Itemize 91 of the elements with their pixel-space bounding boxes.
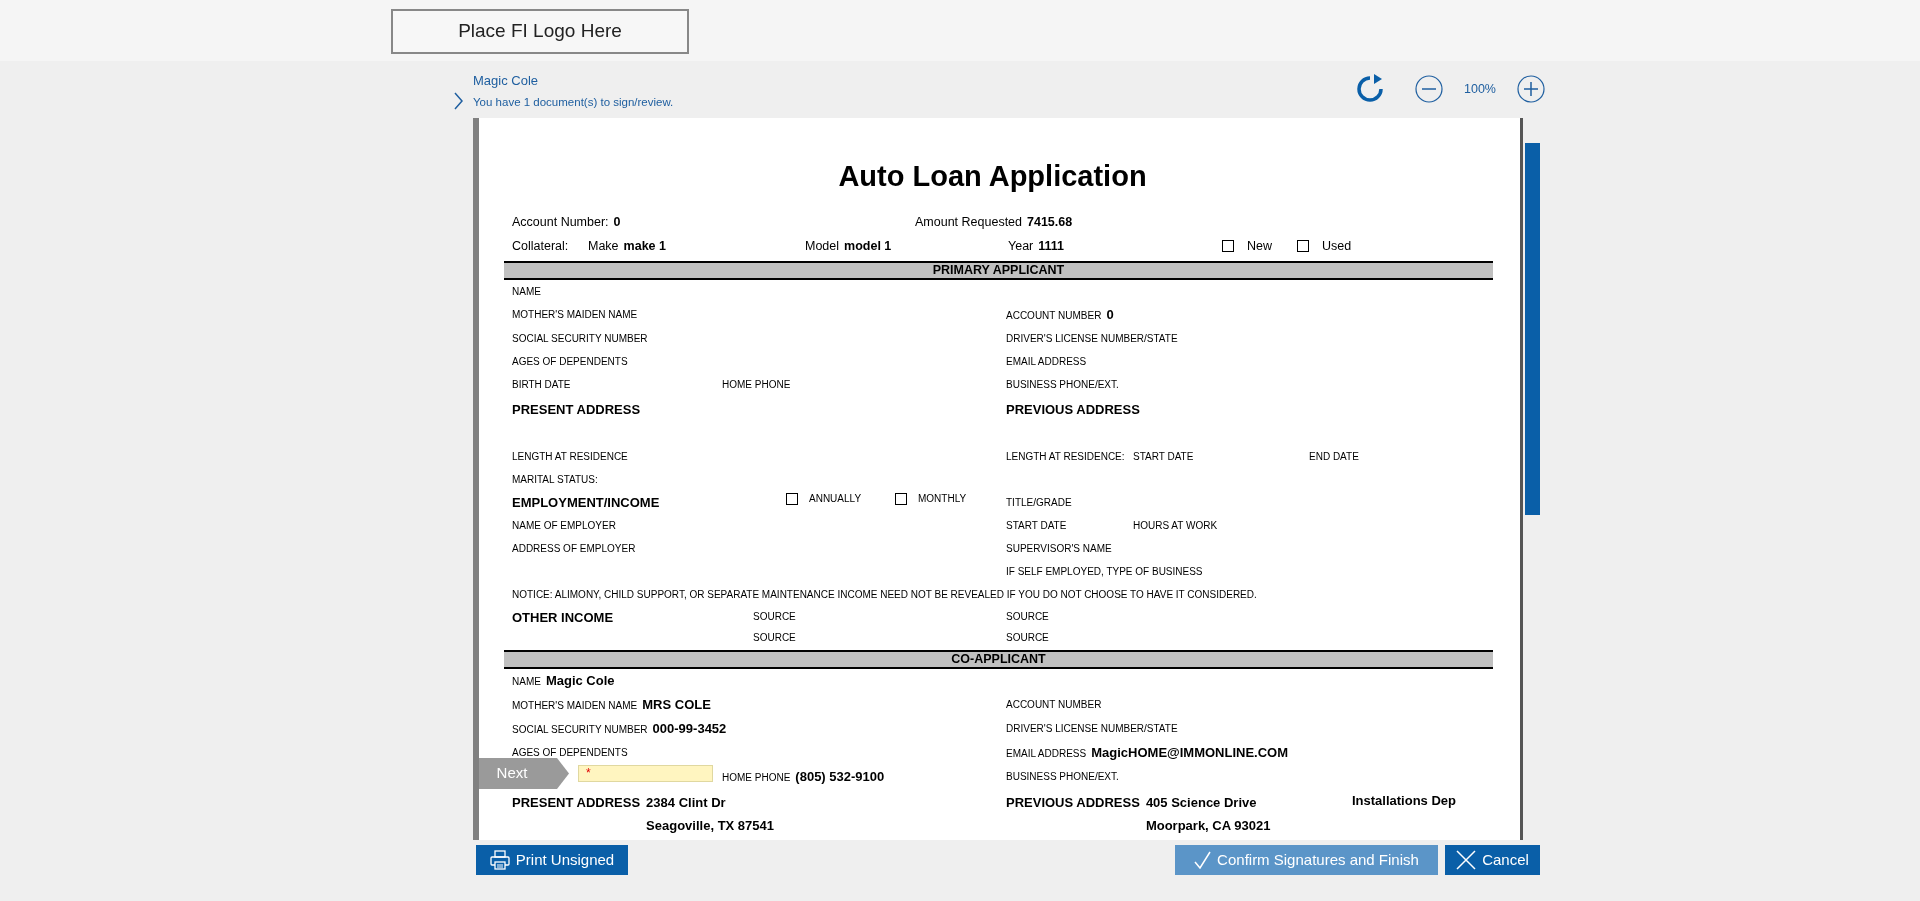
field-label: SUPERVISOR'S NAME bbox=[1006, 542, 1112, 556]
logo-banner: Place FI Logo Here bbox=[391, 9, 689, 54]
field-label: EMAIL ADDRESS bbox=[1006, 355, 1087, 369]
checkbox-label: New bbox=[1247, 237, 1272, 255]
field-value: (805) 532-9100 bbox=[795, 768, 885, 786]
checkbox[interactable] bbox=[1297, 240, 1309, 252]
section-header-bar: CO-APPLICANT bbox=[504, 650, 1493, 669]
field-label: LENGTH AT RESIDENCE bbox=[512, 450, 628, 464]
refresh-icon[interactable] bbox=[1355, 74, 1385, 104]
field-label: NAME OF EMPLOYER bbox=[512, 519, 616, 533]
field-label: Model bbox=[805, 237, 840, 255]
field-label: AGES OF DEPENDENTS bbox=[512, 746, 628, 760]
scrollbar-thumb[interactable] bbox=[1525, 143, 1540, 515]
section-heading: PREVIOUS ADDRESS bbox=[1006, 401, 1140, 419]
checkbox[interactable] bbox=[1222, 240, 1234, 252]
checkbox-label: ANNUALLY bbox=[809, 492, 862, 506]
confirm-button[interactable]: Confirm Signatures and Finish bbox=[1175, 845, 1438, 875]
field-label: START DATE bbox=[1006, 519, 1067, 533]
address-line: 405 Science Drive bbox=[1145, 794, 1258, 812]
checkbox-label: MONTHLY bbox=[918, 492, 967, 506]
print-button[interactable]: Print Unsigned bbox=[476, 845, 628, 875]
field-label: START DATE bbox=[1133, 450, 1194, 464]
field-value: 1111 bbox=[1038, 237, 1064, 255]
notice-text: NOTICE: ALIMONY, CHILD SUPPORT, OR SEPARATE MAINTENANCE INCOME NEED NOT BE REVEALED IF YOU DO NOT CHOOSE TO HAVE IT CONSIDERED. bbox=[512, 588, 1258, 602]
field-value: model 1 bbox=[844, 237, 892, 255]
field-label: ACCOUNT NUMBER bbox=[1006, 309, 1102, 323]
field-label: HOME PHONE bbox=[722, 771, 791, 785]
field-label: Account Number: bbox=[512, 213, 609, 231]
field-label: MOTHER'S MAIDEN NAME bbox=[512, 699, 638, 713]
field-label: NAME bbox=[512, 675, 541, 689]
field-value: make 1 bbox=[623, 237, 666, 255]
zoom-level: 100% bbox=[1463, 80, 1497, 98]
field-label: BUSINESS PHONE/EXT. bbox=[1006, 770, 1119, 784]
checkbox[interactable] bbox=[895, 492, 907, 505]
field-value: MagicHOME@IMMONLINE.COM bbox=[1091, 744, 1289, 762]
field-value: Installations Dep bbox=[1352, 792, 1457, 810]
field-value: Magic Cole bbox=[545, 672, 615, 690]
field-label: SOURCE bbox=[1006, 610, 1049, 624]
field-label: END DATE bbox=[1309, 450, 1359, 464]
field-label: Year bbox=[1008, 237, 1034, 255]
field-label: LENGTH AT RESIDENCE: bbox=[1006, 450, 1125, 464]
field-label: EMAIL ADDRESS bbox=[1006, 747, 1087, 761]
field-label: AGES OF DEPENDENTS bbox=[512, 355, 628, 369]
document-count-message: You have 1 document(s) to sign/review. bbox=[473, 95, 674, 110]
cancel-button[interactable]: Cancel bbox=[1445, 845, 1540, 875]
field-label: SOCIAL SECURITY NUMBER bbox=[512, 332, 648, 346]
document-title: Auto Loan Application bbox=[837, 159, 1148, 194]
field-label: TITLE/GRADE bbox=[1006, 496, 1072, 510]
chevron-right-icon[interactable] bbox=[453, 91, 464, 111]
input-field[interactable]: * bbox=[578, 765, 713, 782]
field-label: BIRTH DATE bbox=[512, 378, 571, 392]
checkmark-icon bbox=[1194, 851, 1212, 869]
field-value: MRS COLE bbox=[642, 696, 711, 714]
zoom-out-icon[interactable] bbox=[1415, 75, 1443, 103]
field-label: DRIVER'S LICENSE NUMBER/STATE bbox=[1006, 332, 1178, 346]
field-label: MOTHER'S MAIDEN NAME bbox=[512, 308, 638, 322]
field-value: 7415.68 bbox=[1027, 213, 1073, 231]
section-heading: EMPLOYMENT/INCOME bbox=[512, 494, 661, 512]
field-label: SOURCE bbox=[1006, 631, 1049, 645]
printer-icon bbox=[489, 850, 510, 870]
field-label: SOCIAL SECURITY NUMBER bbox=[512, 723, 648, 737]
field-value: 0 bbox=[613, 213, 621, 231]
section-heading: PRESENT ADDRESS bbox=[512, 794, 641, 812]
address-line: Seagoville, TX 87541 bbox=[646, 817, 774, 835]
signer-name[interactable]: Magic Cole bbox=[473, 72, 674, 90]
field-value: 000-99-3452 bbox=[652, 720, 727, 738]
section-header-bar: PRIMARY APPLICANT bbox=[504, 261, 1493, 280]
close-icon bbox=[1456, 850, 1477, 870]
field-label: HOME PHONE bbox=[722, 378, 791, 392]
field-label: BUSINESS PHONE/EXT. bbox=[1006, 378, 1119, 392]
section-heading: OTHER INCOME bbox=[512, 609, 615, 627]
field-label: IF SELF EMPLOYED, TYPE OF BUSINESS bbox=[1006, 565, 1203, 579]
section-heading: PRESENT ADDRESS bbox=[512, 401, 641, 419]
field-label: SOURCE bbox=[753, 610, 796, 624]
field-label: Make bbox=[588, 237, 619, 255]
field-label: Amount Requested bbox=[915, 213, 1022, 231]
field-label: DRIVER'S LICENSE NUMBER/STATE bbox=[1006, 722, 1178, 736]
field-value: 0 bbox=[1106, 306, 1114, 324]
checkbox[interactable] bbox=[786, 492, 798, 505]
address-line: 2384 Clint Dr bbox=[646, 794, 727, 812]
section-heading: PREVIOUS ADDRESS bbox=[1006, 794, 1140, 812]
field-label: NAME bbox=[512, 285, 541, 299]
field-label: Collateral: bbox=[512, 237, 569, 255]
field-label: SOURCE bbox=[753, 631, 796, 645]
field-label: MARITAL STATUS: bbox=[512, 473, 598, 487]
checkbox-label: Used bbox=[1322, 237, 1352, 255]
zoom-in-icon[interactable] bbox=[1517, 75, 1545, 103]
field-label: ADDRESS OF EMPLOYER bbox=[512, 542, 636, 556]
address-line: Moorpark, CA 93021 bbox=[1145, 817, 1271, 835]
field-label: ACCOUNT NUMBER bbox=[1006, 698, 1102, 712]
field-label: HOURS AT WORK bbox=[1133, 519, 1218, 533]
